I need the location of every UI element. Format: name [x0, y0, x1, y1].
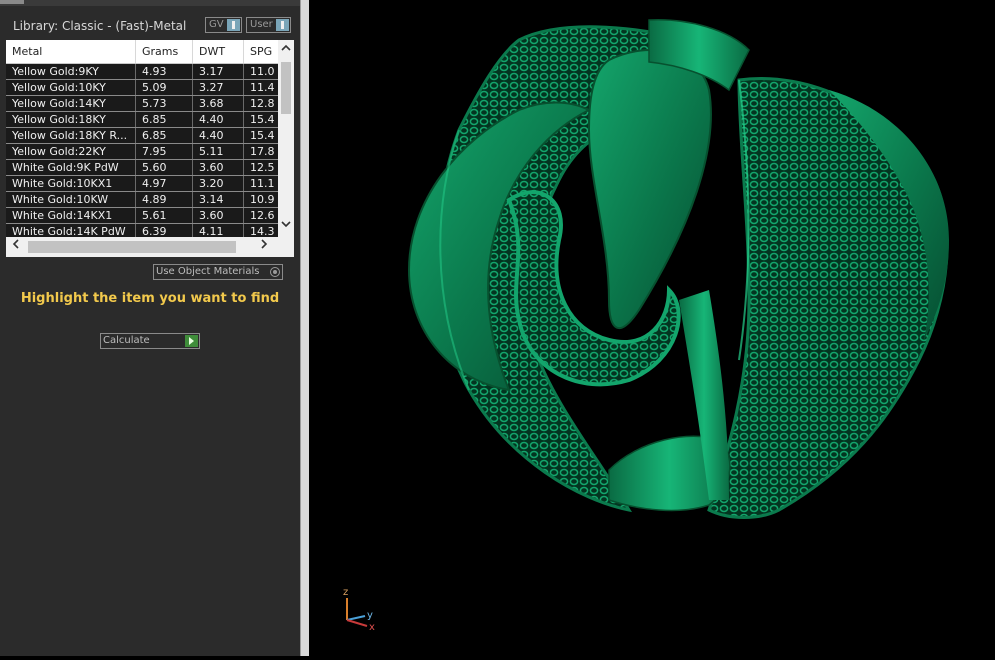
cell-dwt: 3.68 — [193, 96, 244, 112]
cell-metal: White Gold:14K PdW — [6, 224, 136, 237]
table-row[interactable]: Yellow Gold:10KY 5.09 3.27 11.4 — [6, 80, 278, 96]
cell-spg: 12.8 — [250, 97, 275, 110]
scrollbar-corner — [278, 237, 294, 257]
radio-button-icon[interactable] — [270, 267, 280, 277]
gv-toggle-label: GV — [209, 19, 224, 30]
cell-metal: Yellow Gold:14KY — [6, 96, 136, 112]
cell-dwt: 3.20 — [193, 176, 244, 192]
highlight-instruction: Highlight the item you want to find — [20, 291, 280, 306]
cell-spg: 12.6 — [250, 209, 275, 222]
metal-table: Metal Grams DWT SPG Yellow Gold:9KY 4.93… — [6, 40, 294, 257]
cell-dwt: 4.40 — [193, 128, 244, 144]
horizontal-scrollbar[interactable] — [6, 237, 278, 257]
table-row[interactable]: Yellow Gold:18KY 6.85 4.40 15.4 — [6, 112, 278, 128]
cell-spg: 11.0 — [250, 65, 275, 78]
axis-z-label: z — [343, 587, 348, 598]
vertical-scrollbar[interactable] — [278, 40, 294, 237]
table-row[interactable]: Yellow Gold:14KY 5.73 3.68 12.8 — [6, 96, 278, 112]
use-object-materials-option[interactable]: Use Object Materials — [153, 264, 283, 280]
vertical-scroll-thumb[interactable] — [281, 62, 291, 114]
calculate-button[interactable]: Calculate — [100, 333, 200, 349]
cell-spg: 15.4 — [250, 113, 275, 126]
chevron-right-icon[interactable] — [256, 239, 272, 255]
table-row[interactable]: Yellow Gold:9KY 4.93 3.17 11.0 — [6, 64, 278, 80]
library-panel: Library: Classic - (Fast)-Metal GV User … — [0, 0, 300, 656]
cell-grams: 5.73 — [136, 96, 193, 112]
cell-metal: Yellow Gold:18KY R... — [6, 128, 136, 144]
cell-grams: 5.09 — [136, 80, 193, 96]
cell-dwt: 3.60 — [193, 160, 244, 176]
cell-metal: White Gold:10KW — [6, 192, 136, 208]
cell-spg: 11.4 — [250, 81, 275, 94]
column-header-spg[interactable]: SPG — [244, 40, 278, 63]
axis-gizmo: z y x — [343, 587, 375, 633]
panel-splitter[interactable] — [300, 0, 309, 656]
table-row[interactable]: Yellow Gold:22KY 7.95 5.11 17.8 — [6, 144, 278, 160]
gv-toggle[interactable]: GV — [205, 17, 242, 33]
cell-spg: 10.9 — [250, 193, 275, 206]
3d-viewport[interactable]: z y x — [309, 0, 995, 656]
cell-grams: 4.89 — [136, 192, 193, 208]
cell-metal: White Gold:9K PdW — [6, 160, 136, 176]
toggle-switch-icon — [227, 19, 240, 31]
cell-grams: 6.85 — [136, 112, 193, 128]
axis-y-label: y — [367, 610, 373, 621]
column-header-dwt[interactable]: DWT — [193, 40, 244, 63]
cell-grams: 6.39 — [136, 224, 193, 237]
cell-grams: 4.97 — [136, 176, 193, 192]
cell-metal: White Gold:10KX1 — [6, 176, 136, 192]
cell-dwt: 3.14 — [193, 192, 244, 208]
cell-metal: Yellow Gold:22KY — [6, 144, 136, 160]
cell-spg: 17.8 — [250, 145, 275, 158]
axis-x-label: x — [369, 622, 375, 633]
table-row[interactable]: White Gold:14K PdW 6.39 4.11 14.3 — [6, 224, 278, 237]
panel-top-strip — [0, 0, 300, 6]
cell-metal: Yellow Gold:9KY — [6, 64, 136, 80]
cell-dwt: 3.60 — [193, 208, 244, 224]
table-row[interactable]: White Gold:10KW 4.89 3.14 10.9 — [6, 192, 278, 208]
cell-spg: 11.1 — [250, 177, 275, 190]
cell-spg: 14.3 — [250, 225, 275, 237]
chevron-left-icon[interactable] — [8, 239, 24, 255]
table-header: Metal Grams DWT SPG — [6, 40, 278, 64]
cell-grams: 5.60 — [136, 160, 193, 176]
cell-metal: Yellow Gold:10KY — [6, 80, 136, 96]
column-header-metal[interactable]: Metal — [6, 40, 136, 63]
cell-grams: 6.85 — [136, 128, 193, 144]
calculate-label: Calculate — [103, 335, 150, 346]
cell-dwt: 3.17 — [193, 64, 244, 80]
table-row[interactable]: White Gold:14KX1 5.61 3.60 12.6 — [6, 208, 278, 224]
table-row[interactable]: White Gold:10KX1 4.97 3.20 11.1 — [6, 176, 278, 192]
toggle-switch-icon — [276, 19, 289, 31]
chevron-down-icon[interactable] — [278, 218, 294, 234]
table-row[interactable]: White Gold:9K PdW 5.60 3.60 12.5 — [6, 160, 278, 176]
horizontal-scroll-thumb[interactable] — [28, 241, 236, 253]
library-title: Library: Classic - (Fast)-Metal — [13, 19, 187, 33]
cell-grams: 4.93 — [136, 64, 193, 80]
ring-model-render — [407, 19, 949, 519]
cell-metal: Yellow Gold:18KY — [6, 112, 136, 128]
table-row[interactable]: Yellow Gold:18KY R... 6.85 4.40 15.4 — [6, 128, 278, 144]
chevron-up-icon[interactable] — [278, 42, 294, 58]
column-header-grams[interactable]: Grams — [136, 40, 193, 63]
cell-spg: 12.5 — [250, 161, 275, 174]
user-toggle[interactable]: User — [246, 17, 291, 33]
cell-dwt: 5.11 — [193, 144, 244, 160]
cell-dwt: 4.11 — [193, 224, 244, 237]
play-arrow-icon[interactable] — [185, 335, 198, 347]
user-toggle-label: User — [250, 19, 273, 30]
cell-grams: 5.61 — [136, 208, 193, 224]
cell-metal: White Gold:14KX1 — [6, 208, 136, 224]
cell-dwt: 3.27 — [193, 80, 244, 96]
cell-dwt: 4.40 — [193, 112, 244, 128]
panel-top-tab[interactable] — [0, 0, 24, 4]
use-object-materials-label: Use Object Materials — [156, 266, 260, 277]
table-body: Yellow Gold:9KY 4.93 3.17 11.0 Yellow Go… — [6, 64, 278, 237]
cell-grams: 7.95 — [136, 144, 193, 160]
ring-center-lobe — [587, 49, 712, 330]
cell-spg: 15.4 — [250, 129, 275, 142]
